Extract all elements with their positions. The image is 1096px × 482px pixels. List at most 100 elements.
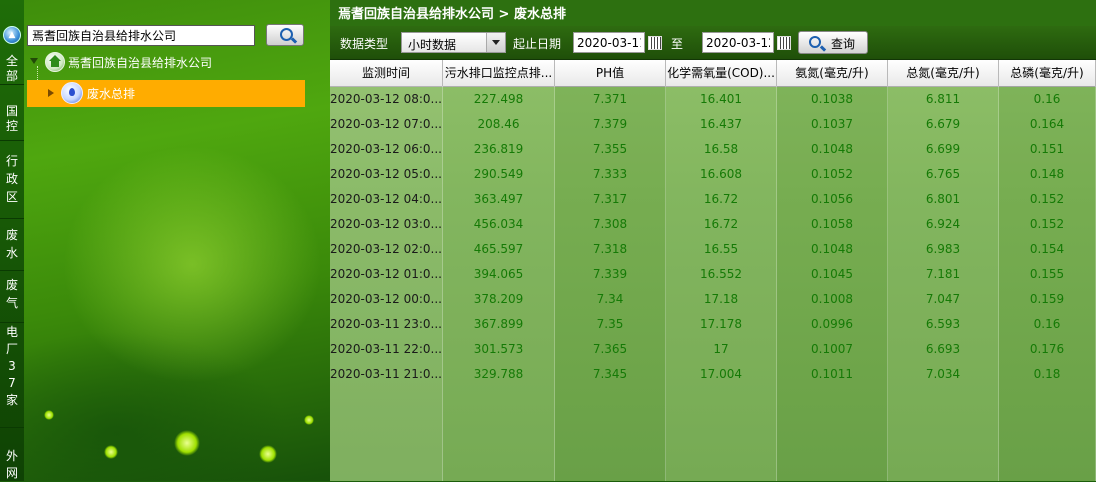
- cell-total-nitrogen: 6.811: [925, 92, 961, 106]
- query-button-label: 查询: [831, 37, 856, 51]
- cell-total-nitrogen: 6.765: [925, 167, 961, 181]
- cell-monitor-time: 2020-03-12 02:0...: [330, 242, 442, 256]
- cell-total-nitrogen: 7.047: [925, 292, 961, 306]
- header-total-nitrogen[interactable]: 总氮(毫克/升): [888, 60, 999, 86]
- cell-ammonia: 0.1038: [811, 92, 853, 106]
- tree-root-label: 焉耆回族自治县给排水公司: [68, 56, 213, 70]
- table-row[interactable]: 2020-03-12 01:0... 394.065 7.339 16.552 0.10…: [330, 262, 1096, 287]
- cell-monitor-time: 2020-03-12 06:0...: [330, 142, 442, 156]
- cell-cod: 17.004: [700, 367, 742, 381]
- cell-total-phosphorus: 0.155: [1029, 267, 1065, 281]
- cell-ammonia: 0.1048: [811, 242, 853, 256]
- cell-ph: 7.339: [592, 267, 628, 281]
- cell-total-nitrogen: 6.593: [925, 317, 961, 331]
- cell-total-nitrogen: 7.181: [925, 267, 961, 281]
- table-row[interactable]: 2020-03-12 05:0... 290.549 7.333 16.608 0.10…: [330, 162, 1096, 187]
- search-input[interactable]: [27, 25, 255, 46]
- cell-monitor-time: 2020-03-12 03:0...: [330, 217, 442, 231]
- table-row[interactable]: 2020-03-12 03:0... 456.034 7.308 16.72 0.105…: [330, 212, 1096, 237]
- header-total-phosphorus[interactable]: 总磷(毫克/升): [999, 60, 1096, 86]
- nav-tab-district[interactable]: 行政区: [0, 152, 24, 219]
- cell-cod: 17.18: [703, 292, 739, 306]
- nav-tab-external[interactable]: 外网: [0, 448, 24, 482]
- table-row[interactable]: 2020-03-11 21:0... 329.788 7.345 17.004 0.10…: [330, 362, 1096, 387]
- table-row[interactable]: 2020-03-11 23:0... 367.899 7.35 17.178 0.099…: [330, 312, 1096, 337]
- table-row[interactable]: 2020-03-12 08:0... 227.498 7.371 16.401 0.10…: [330, 87, 1096, 112]
- cell-total-phosphorus: 0.18: [1033, 367, 1061, 381]
- cell-ph: 7.379: [592, 117, 628, 131]
- calendar-icon[interactable]: [648, 36, 662, 50]
- table-row[interactable]: 2020-03-12 06:0... 236.819 7.355 16.58 0.104…: [330, 137, 1096, 162]
- cell-monitor-time: 2020-03-11 22:0...: [330, 342, 442, 356]
- cell-ph: 7.333: [592, 167, 628, 181]
- table-row[interactable]: 2020-03-12 02:0... 465.597 7.318 16.55 0.104…: [330, 237, 1096, 262]
- cell-ammonia: 0.1058: [811, 217, 853, 231]
- header-monitor-time[interactable]: 监测时间: [330, 60, 443, 86]
- cell-total-phosphorus: 0.152: [1029, 192, 1065, 206]
- collapse-arrow-icon[interactable]: [48, 89, 54, 97]
- cell-monitor-time: 2020-03-11 23:0...: [330, 317, 442, 331]
- cell-cod: 16.72: [703, 217, 739, 231]
- cell-total-phosphorus: 0.159: [1029, 292, 1065, 306]
- start-date-input[interactable]: [573, 32, 645, 53]
- header-ammonia[interactable]: 氨氮(毫克/升): [777, 60, 888, 86]
- glow-decoration: [304, 415, 314, 425]
- cell-outlet-flow: 329.788: [473, 367, 524, 381]
- cell-outlet-flow: 465.597: [473, 242, 524, 256]
- nav-tab-national[interactable]: 国控: [0, 104, 24, 141]
- cell-monitor-time: 2020-03-12 04:0...: [330, 192, 442, 206]
- calendar-icon[interactable]: [777, 36, 791, 50]
- expand-icon[interactable]: [30, 58, 38, 64]
- glow-decoration: [259, 445, 277, 463]
- cell-ph: 7.355: [592, 142, 628, 156]
- nav-tab-label: 行政区: [5, 154, 18, 204]
- tree-node-wastewater-outlet[interactable]: 废水总排: [27, 80, 305, 107]
- date-range-label: 起止日期: [513, 37, 562, 51]
- header-ph[interactable]: PH值: [555, 60, 666, 86]
- table-row[interactable]: 2020-03-12 07:0... 208.46 7.379 16.437 0.103…: [330, 112, 1096, 137]
- cell-total-phosphorus: 0.16: [1033, 317, 1061, 331]
- nav-tab-wastewater[interactable]: 废水: [0, 226, 24, 271]
- header-cod[interactable]: 化学需氧量(COD)...: [666, 60, 777, 86]
- cell-total-phosphorus: 0.16: [1033, 92, 1061, 106]
- glow-decoration: [174, 430, 200, 456]
- cell-outlet-flow: 290.549: [473, 167, 524, 181]
- nav-tab-powerplants[interactable]: 电厂37家: [0, 324, 24, 428]
- collapse-up-icon[interactable]: ▲: [3, 26, 21, 44]
- cell-outlet-flow: 301.573: [473, 342, 524, 356]
- cell-ammonia: 0.1048: [811, 142, 853, 156]
- dropdown-arrow-icon[interactable]: [486, 33, 505, 52]
- table-row[interactable]: 2020-03-12 04:0... 363.497 7.317 16.72 0.105…: [330, 187, 1096, 212]
- data-grid: 监测时间 污水排口监控点排... PH值 化学需氧量(COD)... 氨氮(毫克/升) 总…: [330, 60, 1096, 481]
- data-type-value: 小时数据: [408, 38, 457, 52]
- data-type-label: 数据类型: [340, 37, 389, 51]
- cell-total-phosphorus: 0.151: [1029, 142, 1065, 156]
- cell-ph: 7.318: [592, 242, 628, 256]
- cell-ph: 7.365: [592, 342, 628, 356]
- cell-outlet-flow: 236.819: [473, 142, 524, 156]
- cell-total-phosphorus: 0.164: [1029, 117, 1065, 131]
- table-row[interactable]: 2020-03-11 22:0... 301.573 7.365 17 0.1007 6.…: [330, 337, 1096, 362]
- query-button[interactable]: 查询: [798, 31, 868, 54]
- cell-ammonia: 0.1008: [811, 292, 853, 306]
- nav-tab-all[interactable]: 全部: [0, 54, 24, 85]
- cell-cod: 16.608: [700, 167, 742, 181]
- cell-ph: 7.345: [592, 367, 628, 381]
- cell-total-phosphorus: 0.176: [1029, 342, 1065, 356]
- page-title: 焉耆回族自治县给排水公司 > 废水总排: [338, 7, 566, 22]
- nav-tab-exhaust[interactable]: 废气: [0, 276, 24, 323]
- end-date-input[interactable]: [702, 32, 774, 53]
- cell-monitor-time: 2020-03-12 00:0...: [330, 292, 442, 306]
- tree-panel: 焉耆回族自治县给排水公司 废水总排: [24, 0, 330, 481]
- cell-total-phosphorus: 0.148: [1029, 167, 1065, 181]
- header-outlet-flow[interactable]: 污水排口监控点排...: [443, 60, 555, 86]
- search-button[interactable]: [266, 24, 304, 46]
- cell-total-phosphorus: 0.154: [1029, 242, 1065, 256]
- data-type-select[interactable]: 小时数据: [401, 32, 506, 53]
- nav-tab-label: 外网: [5, 449, 18, 480]
- table-row[interactable]: 2020-03-12 00:0... 378.209 7.34 17.18 0.1008…: [330, 287, 1096, 312]
- cell-total-nitrogen: 6.679: [925, 117, 961, 131]
- cell-cod: 16.552: [700, 267, 742, 281]
- cell-ph: 7.34: [596, 292, 624, 306]
- cell-cod: 17.178: [700, 317, 742, 331]
